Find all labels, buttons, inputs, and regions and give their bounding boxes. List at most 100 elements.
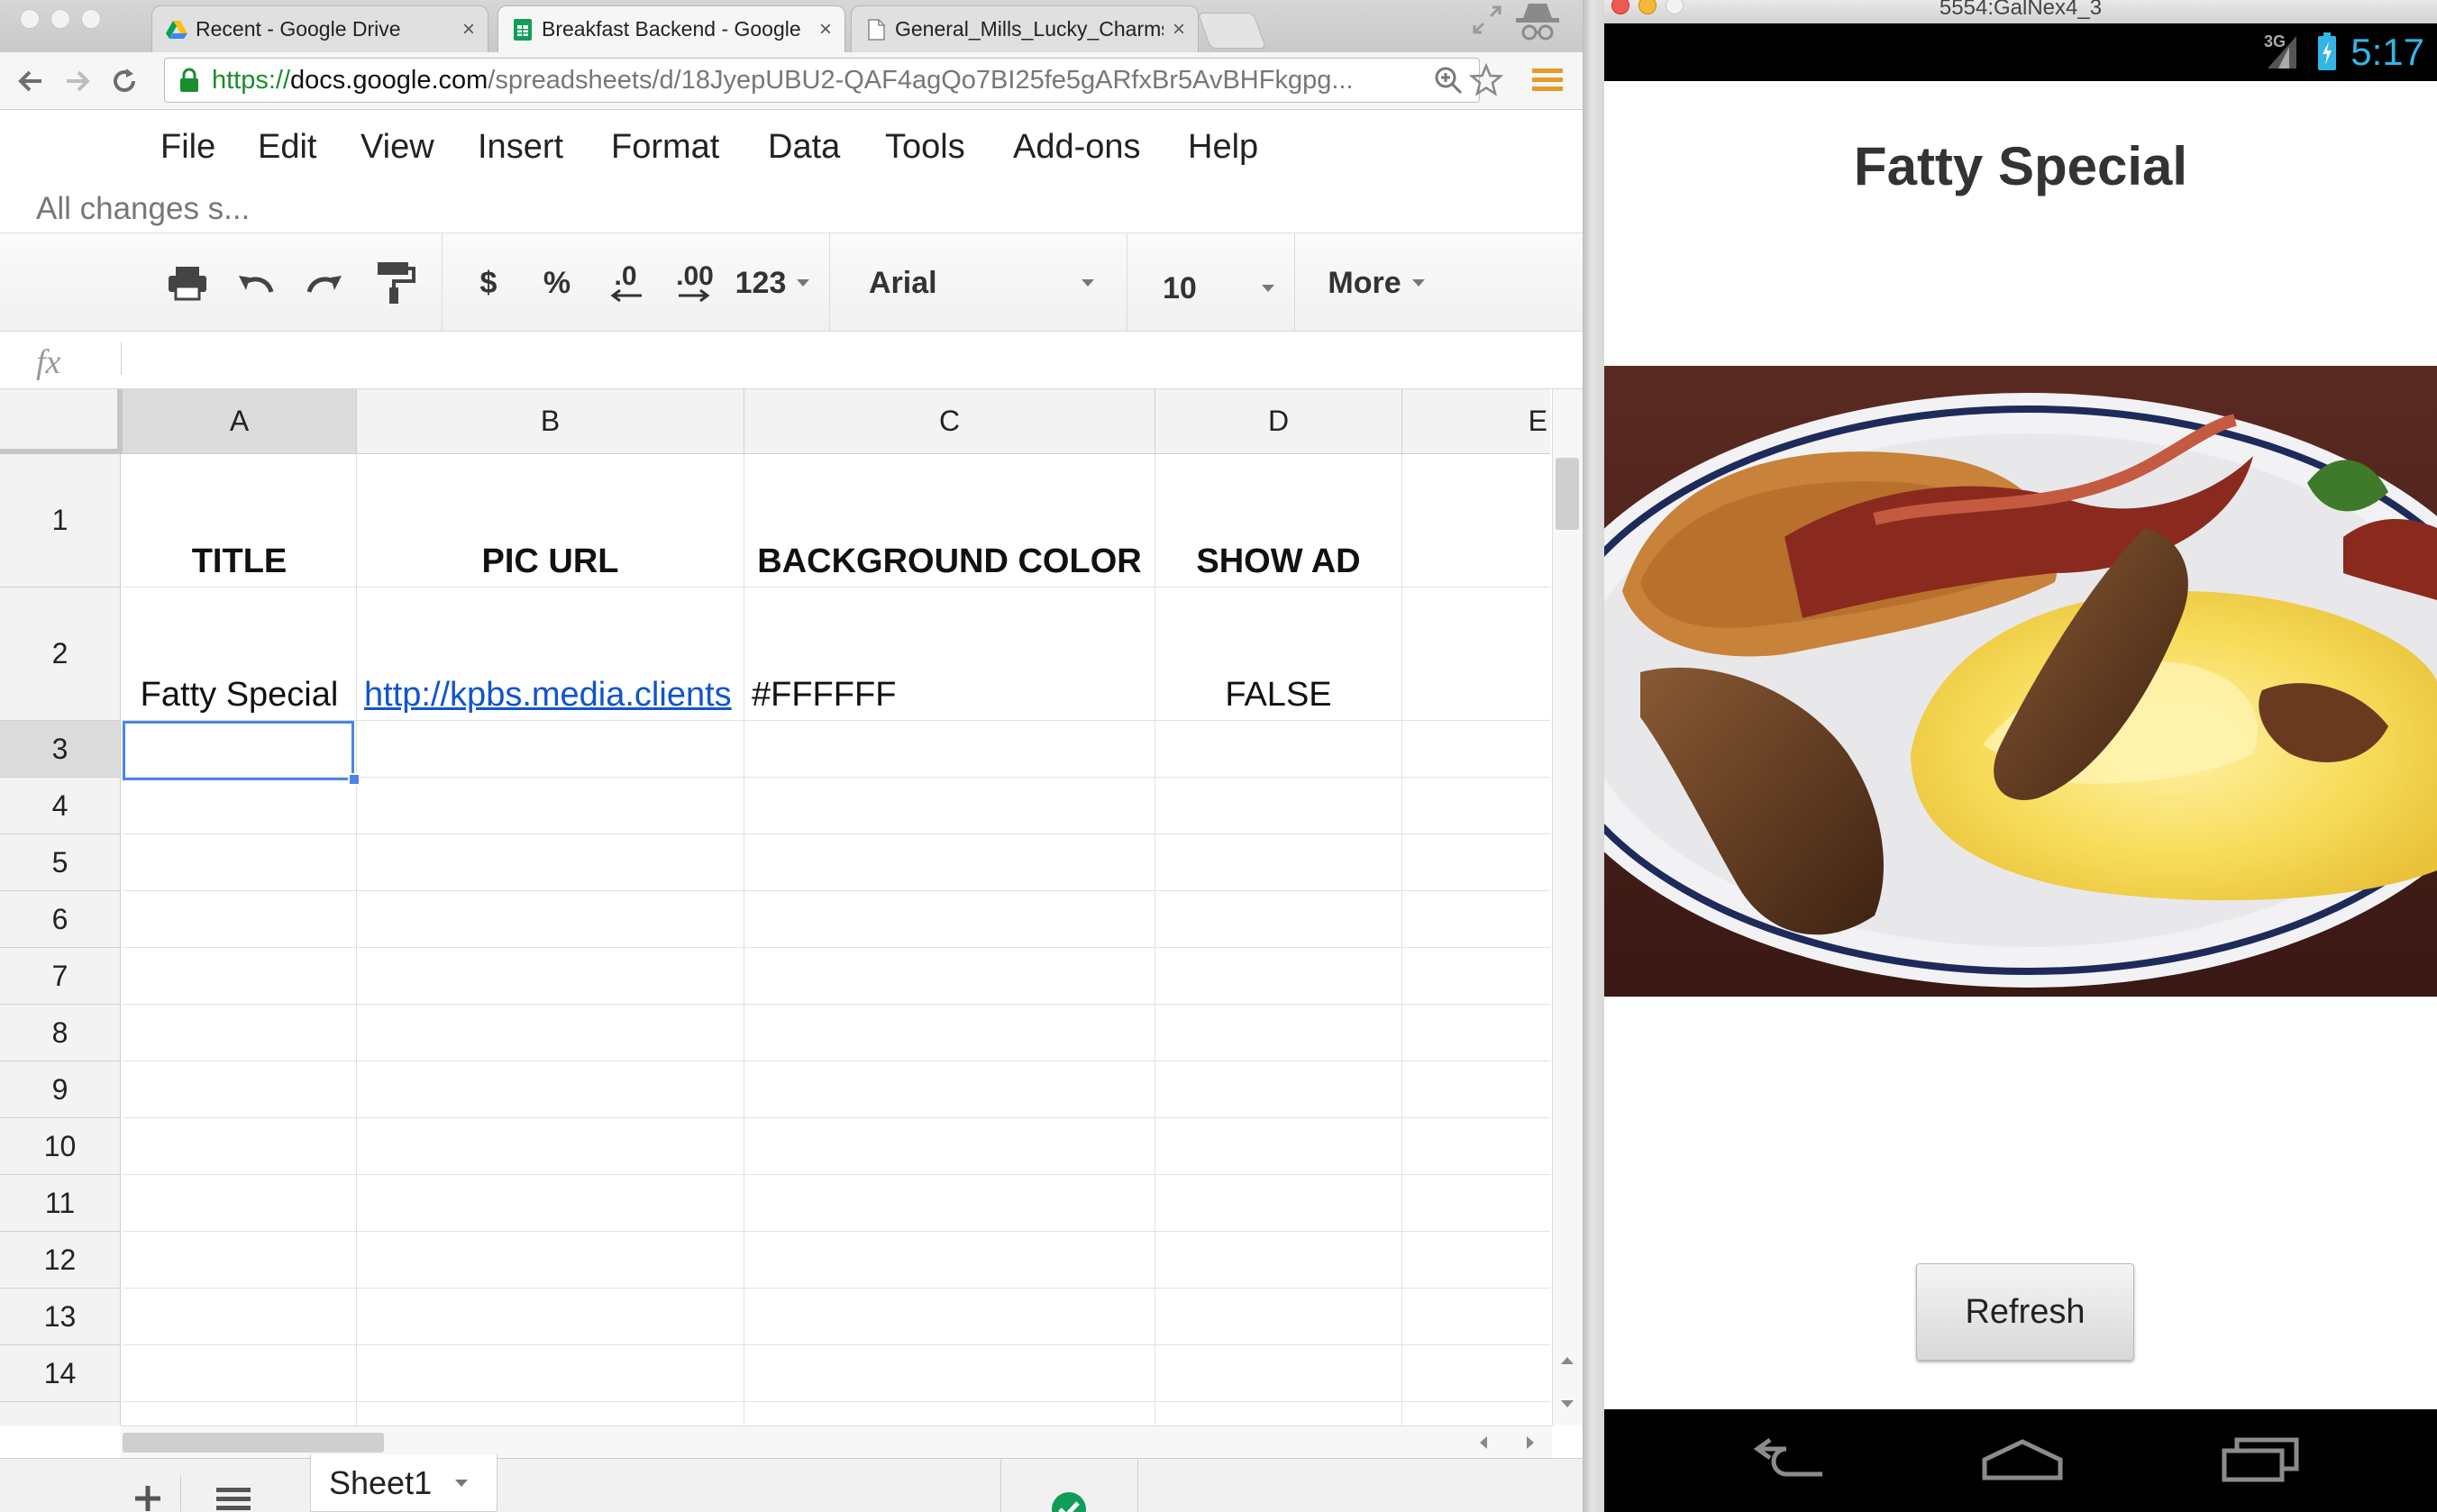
menu-file[interactable]: File xyxy=(160,128,215,167)
tab-close-icon[interactable]: × xyxy=(1173,17,1185,42)
increase-decimals-button[interactable]: .00 xyxy=(663,253,726,313)
row-header-11[interactable]: 11 xyxy=(0,1175,121,1232)
column-header-e[interactable]: E xyxy=(1402,389,1550,454)
back-button[interactable] xyxy=(11,59,50,103)
row-header-4[interactable]: 4 xyxy=(0,778,121,834)
decrease-decimals-button[interactable]: .0 xyxy=(598,253,653,313)
save-status: All changes s... xyxy=(36,191,251,226)
menu-insert[interactable]: Insert xyxy=(478,128,563,167)
forward-button[interactable] xyxy=(58,59,97,103)
android-recents-icon[interactable] xyxy=(2221,1436,2302,1483)
cell-b1[interactable]: PIC URL xyxy=(357,454,744,587)
menu-format[interactable]: Format xyxy=(611,128,719,167)
chevron-down-icon[interactable] xyxy=(455,1479,469,1487)
tab-google-drive[interactable]: Recent - Google Drive × xyxy=(151,5,488,52)
add-sheet-icon[interactable] xyxy=(132,1482,164,1512)
row-header-10[interactable]: 10 xyxy=(0,1118,121,1175)
android-back-icon[interactable] xyxy=(1750,1438,1831,1483)
cell-b2[interactable]: http://kpbs.media.clients xyxy=(357,587,744,721)
select-all-corner[interactable] xyxy=(0,389,123,454)
scroll-up-icon[interactable] xyxy=(1557,1352,1577,1370)
formula-input[interactable] xyxy=(126,335,1532,384)
tab-title: General_Mills_Lucky_Charms xyxy=(895,17,1164,41)
window-close-button[interactable] xyxy=(20,9,40,29)
tab-breakfast-backend[interactable]: Breakfast Backend - Google × xyxy=(497,5,845,52)
more-formats-button[interactable]: 123 xyxy=(732,253,813,313)
cell-c2[interactable]: #FFFFFF xyxy=(744,587,1155,721)
font-size-select[interactable]: 10 xyxy=(1163,259,1274,318)
vertical-scrollbar[interactable] xyxy=(1552,389,1583,1425)
android-home-icon[interactable] xyxy=(1981,1438,2064,1483)
scroll-right-icon[interactable] xyxy=(1521,1433,1539,1453)
row-header-3[interactable]: 3 xyxy=(0,721,121,778)
row-header-5[interactable]: 5 xyxy=(0,834,121,891)
tab-close-icon[interactable]: × xyxy=(462,17,475,42)
column-header-c[interactable]: C xyxy=(744,389,1155,454)
menu-tools[interactable]: Tools xyxy=(885,128,965,167)
undo-button[interactable] xyxy=(231,253,281,313)
menu-add-ons[interactable]: Add-ons xyxy=(1013,128,1141,167)
row-header-15[interactable]: 15 xyxy=(0,1402,121,1425)
reload-button[interactable] xyxy=(105,59,144,103)
fullscreen-icon[interactable] xyxy=(1471,4,1503,36)
row-header-6[interactable]: 6 xyxy=(0,891,121,948)
row-header-12[interactable]: 12 xyxy=(0,1232,121,1289)
vertical-scroll-thumb[interactable] xyxy=(1556,458,1579,530)
document-icon xyxy=(868,18,885,41)
column-header-b[interactable]: B xyxy=(357,389,744,454)
pic-url-link[interactable]: http://kpbs.media.clients xyxy=(364,676,732,715)
cell-a2[interactable]: Fatty Special xyxy=(123,587,357,721)
row-header-14[interactable]: 14 xyxy=(0,1345,121,1402)
menu-help[interactable]: Help xyxy=(1188,128,1258,167)
menu-edit[interactable]: Edit xyxy=(258,128,316,167)
tab-lucky-charms[interactable]: General_Mills_Lucky_Charms × xyxy=(851,5,1199,52)
paint-format-button[interactable] xyxy=(370,253,420,313)
cell-e1[interactable] xyxy=(1402,454,1550,587)
menu-data[interactable]: Data xyxy=(768,128,840,167)
fill-handle[interactable] xyxy=(348,773,361,786)
bookmark-star-icon[interactable] xyxy=(1469,63,1503,97)
currency-format-button[interactable]: $ xyxy=(470,253,507,313)
percent-format-button[interactable]: % xyxy=(537,253,577,313)
emulator-minimize-button[interactable] xyxy=(1638,0,1657,14)
row-header-9[interactable]: 9 xyxy=(0,1061,121,1118)
cell-e2[interactable] xyxy=(1402,587,1550,721)
row-header-7[interactable]: 7 xyxy=(0,948,121,1005)
row-header-1[interactable]: 1 xyxy=(0,454,121,587)
sheet-tab-sheet1[interactable]: Sheet1 xyxy=(310,1454,497,1512)
menu-view[interactable]: View xyxy=(361,128,434,167)
new-tab-button[interactable] xyxy=(1197,13,1267,49)
lock-icon xyxy=(180,68,198,92)
column-header-d[interactable]: D xyxy=(1155,389,1402,454)
scroll-down-icon[interactable] xyxy=(1557,1395,1577,1413)
arrow-right-icon xyxy=(679,289,710,302)
horizontal-scroll-thumb[interactable] xyxy=(123,1433,384,1453)
row-header-13[interactable]: 13 xyxy=(0,1289,121,1345)
active-cell-selection[interactable] xyxy=(123,721,354,780)
cell-c1[interactable]: BACKGROUND COLOR xyxy=(744,454,1155,587)
cell-d2[interactable]: FALSE xyxy=(1155,587,1402,721)
cell-a1[interactable]: TITLE xyxy=(123,454,357,587)
scroll-left-icon[interactable] xyxy=(1474,1433,1492,1453)
window-zoom-button[interactable] xyxy=(81,9,101,29)
cell-d1[interactable]: SHOW AD xyxy=(1155,454,1402,587)
address-bar[interactable]: https://docs.google.com/spreadsheets/d/1… xyxy=(164,58,1480,103)
battery-charging-icon xyxy=(2318,32,2336,70)
emulator-zoom-button[interactable] xyxy=(1666,0,1684,14)
window-minimize-button[interactable] xyxy=(50,9,70,29)
explore-check-icon[interactable] xyxy=(1051,1491,1087,1512)
refresh-button[interactable]: Refresh xyxy=(1916,1263,2134,1361)
more-toolbar-button[interactable]: More xyxy=(1318,253,1435,313)
row-header-2[interactable]: 2 xyxy=(0,587,121,721)
empty-cells-area[interactable] xyxy=(123,721,1550,1425)
zoom-icon[interactable] xyxy=(1433,65,1464,96)
row-header-8[interactable]: 8 xyxy=(0,1005,121,1061)
print-button[interactable] xyxy=(162,253,213,313)
all-sheets-list-icon[interactable] xyxy=(216,1486,251,1512)
emulator-close-button[interactable] xyxy=(1611,0,1629,14)
column-header-a[interactable]: A xyxy=(123,389,357,454)
font-family-select[interactable]: Arial xyxy=(869,253,1094,313)
tab-close-icon[interactable]: × xyxy=(819,17,832,42)
redo-button[interactable] xyxy=(299,253,350,313)
menu-icon[interactable] xyxy=(1532,67,1563,94)
